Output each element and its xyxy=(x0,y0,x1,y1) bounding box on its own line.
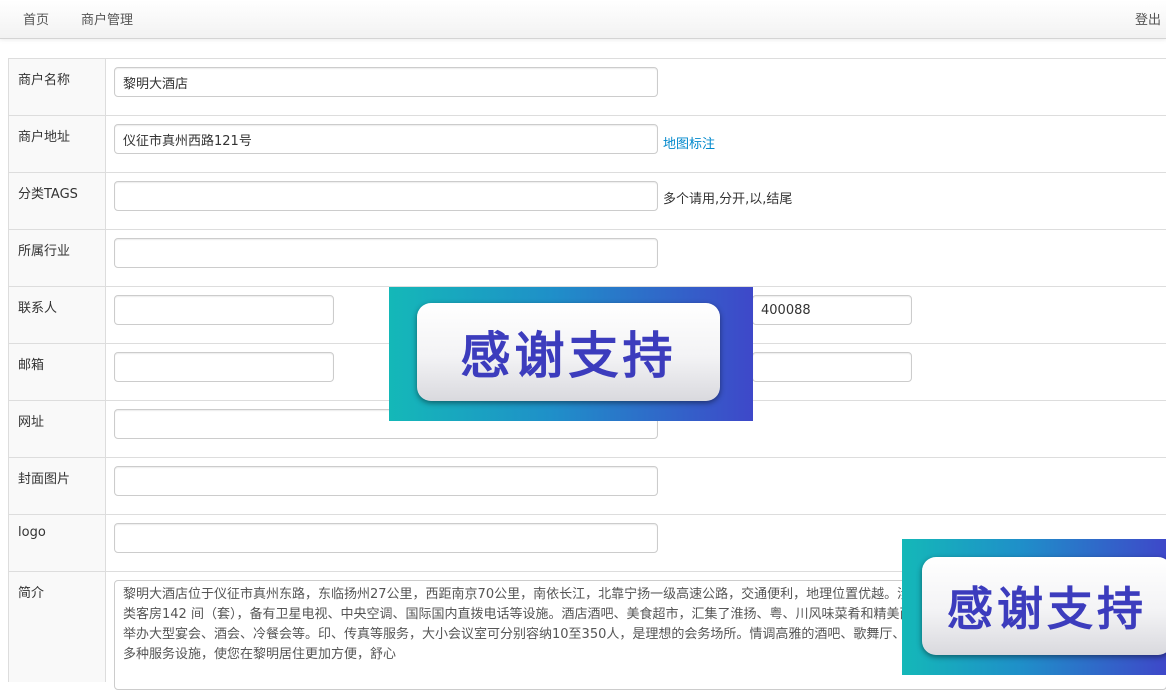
industry-input[interactable] xyxy=(114,238,658,268)
nav-home-link[interactable]: 首页 xyxy=(23,9,49,28)
watermark-overlay: 感谢支持 xyxy=(902,539,1166,675)
form-row-name: 商户名称 xyxy=(9,59,1166,116)
watermark-badge: 感谢支持 xyxy=(922,557,1166,655)
contact-input[interactable] xyxy=(114,295,334,325)
contact-label: 联系人 xyxy=(18,301,58,316)
top-navbar: 首页 商户管理 登出 xyxy=(0,0,1166,39)
label-cell: 封面图片 xyxy=(9,458,106,514)
phone-input[interactable] xyxy=(752,295,912,325)
form-row-industry: 所属行业 xyxy=(9,230,1166,287)
merchant-name-input[interactable] xyxy=(114,67,658,97)
merchant-name-label: 商户名称 xyxy=(18,73,71,88)
form-row-cover: 封面图片 xyxy=(9,458,1166,515)
tags-input[interactable] xyxy=(114,181,658,211)
cover-image-input[interactable] xyxy=(114,466,658,496)
logo-input[interactable] xyxy=(114,523,658,553)
merchant-address-label: 商户地址 xyxy=(18,130,71,145)
label-cell: 商户地址 xyxy=(9,116,106,172)
email-label: 邮箱 xyxy=(18,358,45,373)
label-cell: 简介 xyxy=(9,572,106,682)
watermark-overlay: 感谢支持 xyxy=(389,287,753,421)
label-cell: logo xyxy=(9,515,106,571)
label-cell: 商户名称 xyxy=(9,59,106,115)
label-cell: 分类TAGS xyxy=(9,173,106,229)
logo-label: logo xyxy=(18,525,46,540)
email-right-input[interactable] xyxy=(752,352,912,382)
watermark-text: 感谢支持 xyxy=(947,582,1147,636)
website-label: 网址 xyxy=(18,415,45,430)
logout-link[interactable]: 登出 xyxy=(1135,9,1161,28)
form-row-address: 商户地址 地图标注 xyxy=(9,116,1166,173)
label-cell: 网址 xyxy=(9,401,106,457)
email-input[interactable] xyxy=(114,352,334,382)
watermark-badge: 感谢支持 xyxy=(417,303,720,401)
merchant-address-input[interactable] xyxy=(114,124,658,154)
watermark-text: 感谢支持 xyxy=(460,327,677,385)
intro-label: 简介 xyxy=(18,586,45,601)
label-cell: 邮箱 xyxy=(9,344,106,400)
industry-label: 所属行业 xyxy=(18,244,71,259)
form-row-tags: 分类TAGS 多个请用,分开,以,结尾 xyxy=(9,173,1166,230)
nav-merchant-manage-link[interactable]: 商户管理 xyxy=(81,9,133,28)
label-cell: 联系人 xyxy=(9,287,106,343)
tags-hint: 多个请用,分开,以,结尾 xyxy=(663,192,793,207)
map-mark-link[interactable]: 地图标注 xyxy=(663,133,715,152)
label-cell: 所属行业 xyxy=(9,230,106,286)
cover-image-label: 封面图片 xyxy=(18,472,71,487)
tags-label: 分类TAGS xyxy=(18,187,78,202)
